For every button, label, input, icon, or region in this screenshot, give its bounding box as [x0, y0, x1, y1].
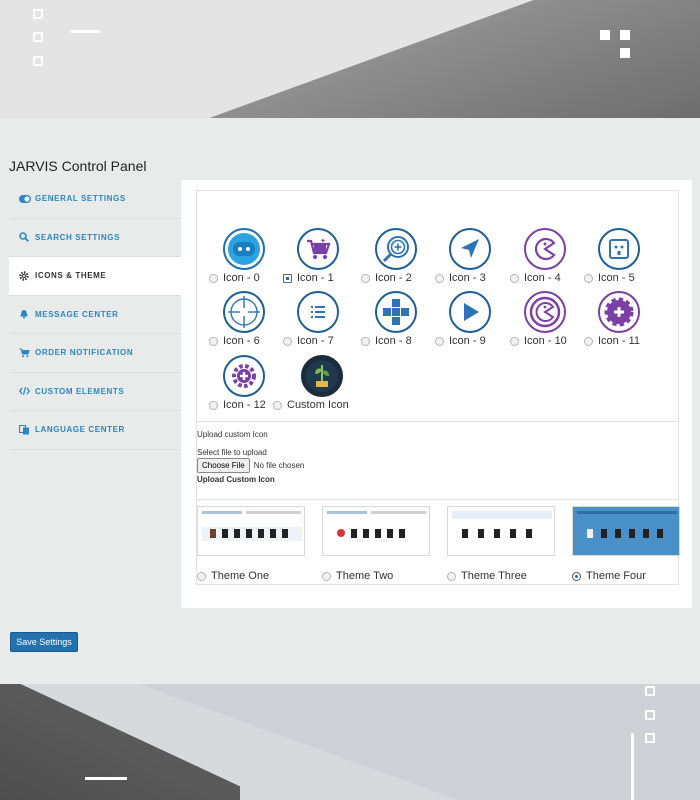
icon-radio[interactable]	[435, 273, 444, 283]
theme-thumbnail	[322, 506, 430, 556]
sidebar-item-label: CUSTOM ELEMENTS	[35, 386, 125, 396]
control-panel: JARVIS Control Panel GENERAL SETTINGS SE…	[0, 118, 700, 684]
sidebar-item-custom-elements[interactable]: CUSTOM ELEMENTS	[9, 373, 181, 411]
sidebar-item-icons-theme[interactable]: ICONS & THEME	[9, 257, 181, 296]
decor-square	[600, 30, 610, 40]
icon-option-5[interactable]: Icon - 5	[584, 228, 674, 290]
theme-selector: Theme One Theme Two Theme Three Theme Fo…	[196, 499, 680, 585]
play-icon	[449, 291, 491, 333]
decor-square	[645, 710, 655, 720]
sidebar-item-search-settings[interactable]: SEARCH SETTINGS	[9, 219, 181, 257]
cart-icon	[19, 348, 32, 358]
toggle-icon	[19, 194, 32, 204]
icons-theme-panel: Icon - 0 ✦ Icon - 1 Icon - 2 Icon - 3 Ic…	[181, 180, 692, 608]
bell-icon	[19, 309, 32, 319]
icon-radio[interactable]	[510, 273, 519, 283]
sidebar-item-general-settings[interactable]: GENERAL SETTINGS	[9, 180, 181, 219]
icon-option-7[interactable]: Icon - 7	[283, 291, 373, 353]
icon-radio[interactable]	[209, 273, 218, 283]
icon-radio[interactable]	[283, 336, 292, 346]
icon-radio[interactable]	[209, 400, 218, 410]
sidebar-item-label: LANGUAGE CENTER	[35, 425, 125, 435]
sidebar-item-label: ICONS & THEME	[35, 271, 107, 281]
navigation-arrow-icon	[449, 228, 491, 270]
icon-grid: Icon - 0 ✦ Icon - 1 Icon - 2 Icon - 3 Ic…	[196, 190, 679, 421]
decor-square	[33, 56, 43, 66]
decor-dash	[70, 30, 100, 33]
sidebar-item-message-center[interactable]: MESSAGE CENTER	[9, 296, 181, 334]
robot-face-icon	[598, 228, 640, 270]
sidebar-item-language-center[interactable]: LANGUAGE CENTER	[9, 411, 181, 450]
icon-radio[interactable]	[273, 400, 282, 410]
theme-option-three[interactable]: Theme Three	[447, 506, 555, 582]
icon-radio[interactable]	[283, 273, 292, 283]
background-top	[0, 0, 700, 118]
language-icon	[19, 424, 32, 435]
custom-icon-upload: Upload custom Icon Select file to upload…	[196, 421, 679, 499]
background-bottom-shape	[0, 684, 240, 800]
save-settings-button[interactable]: Save Settings	[10, 632, 78, 652]
search-icon	[19, 232, 32, 243]
icon-radio[interactable]	[584, 336, 593, 346]
theme-thumbnail	[447, 506, 555, 556]
decor-square	[620, 48, 630, 58]
zoom-in-icon	[375, 228, 417, 270]
upload-custom-icon-link[interactable]: Upload Custom Icon	[197, 475, 275, 484]
icon-option-custom[interactable]: Custom Icon	[273, 355, 377, 417]
theme-radio[interactable]	[322, 571, 331, 581]
icon-radio[interactable]	[510, 336, 519, 346]
icon-radio[interactable]	[361, 336, 370, 346]
theme-radio[interactable]	[447, 571, 456, 581]
gear-icon	[19, 271, 32, 281]
icon-option-11[interactable]: Icon - 11	[584, 291, 674, 353]
gear-plus-icon	[598, 291, 640, 333]
icon-radio[interactable]	[209, 336, 218, 346]
icon-radio[interactable]	[361, 273, 370, 283]
gear-plus-outline-icon	[223, 355, 265, 397]
chat-bubble-icon	[223, 228, 265, 270]
theme-option-two[interactable]: Theme Two	[322, 506, 430, 582]
decor-square	[33, 32, 43, 42]
decor-square	[620, 30, 630, 40]
crosshair-icon	[223, 291, 265, 333]
dpad-icon	[375, 291, 417, 333]
theme-radio[interactable]	[197, 571, 206, 581]
choose-file-button[interactable]: Choose File	[197, 458, 250, 473]
decor-square	[645, 686, 655, 696]
svg-text:✦: ✦	[320, 237, 326, 245]
decor-dash	[85, 777, 127, 780]
decor-square	[33, 9, 43, 19]
theme-radio[interactable]	[572, 571, 581, 581]
sidebar-item-label: GENERAL SETTINGS	[35, 194, 126, 204]
file-select-label: Select file to upload	[197, 448, 267, 457]
sidebar-item-label: SEARCH SETTINGS	[35, 232, 121, 242]
list-icon	[297, 291, 339, 333]
icon-radio[interactable]	[435, 336, 444, 346]
icon-radio[interactable]	[584, 273, 593, 283]
pacman-icon	[524, 228, 566, 270]
theme-thumbnail	[572, 506, 680, 556]
pacman-ring-icon	[524, 291, 566, 333]
icon-option-1[interactable]: ✦ Icon - 1	[283, 228, 373, 290]
sidebar: GENERAL SETTINGS SEARCH SETTINGS ICONS &…	[9, 180, 181, 450]
decor-line	[631, 733, 634, 800]
page-title: JARVIS Control Panel	[9, 158, 147, 174]
shopping-cart-icon: ✦	[297, 228, 339, 270]
custom-plant-icon	[301, 355, 343, 397]
theme-thumbnail	[197, 506, 305, 556]
sidebar-item-label: MESSAGE CENTER	[35, 309, 119, 319]
upload-heading: Upload custom Icon	[197, 430, 268, 439]
sidebar-item-order-notification[interactable]: ORDER NOTIFICATION	[9, 334, 181, 373]
file-input: Choose File No file chosen	[197, 458, 304, 473]
code-icon	[19, 386, 32, 396]
sidebar-item-label: ORDER NOTIFICATION	[35, 348, 134, 358]
theme-option-one[interactable]: Theme One	[197, 506, 305, 582]
decor-square	[645, 733, 655, 743]
file-status: No file chosen	[253, 461, 305, 470]
theme-option-four[interactable]: Theme Four	[572, 506, 680, 582]
